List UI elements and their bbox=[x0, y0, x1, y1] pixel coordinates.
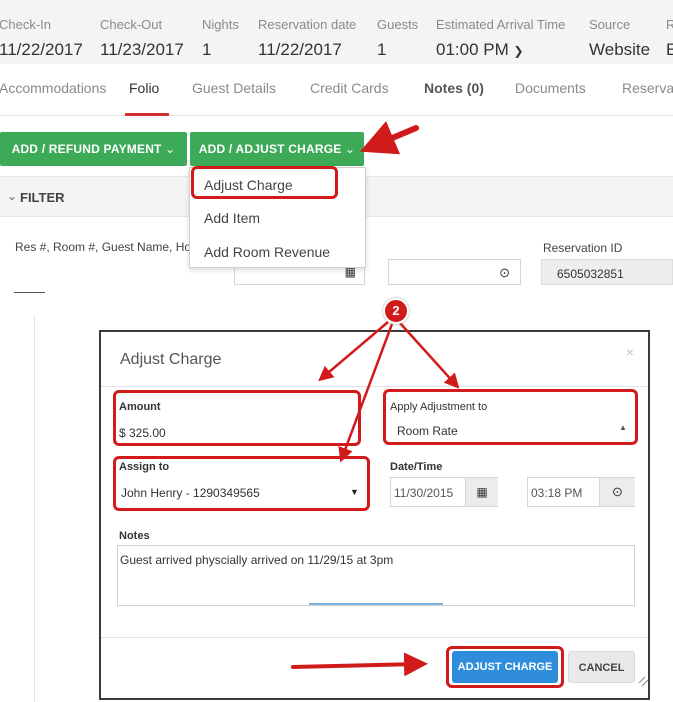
add-refund-payment-label: ADD / REFUND PAYMENT bbox=[11, 142, 162, 156]
reservation-date-field: Reservation date 11/22/2017 bbox=[258, 17, 356, 60]
datetime-label: Date/Time bbox=[390, 461, 443, 473]
arrival-time-field[interactable]: Estimated Arrival Time 01:00 PM ❯ bbox=[436, 17, 565, 60]
clock-icon[interactable]: ⊙ bbox=[599, 478, 635, 506]
time-field[interactable]: 03:18 PM ⊙ bbox=[527, 477, 635, 507]
active-tab-indicator bbox=[125, 113, 169, 116]
tab-notes[interactable]: Notes (0) bbox=[424, 80, 484, 96]
annotation-highlight-adjust-charge bbox=[191, 166, 338, 199]
modal-footer-divider bbox=[101, 637, 648, 638]
annotation-highlight-adjust-button bbox=[446, 646, 564, 688]
truncated-label: R bbox=[666, 17, 673, 32]
notes-textarea[interactable]: Guest arrived physcially arrived on 11/2… bbox=[117, 545, 635, 606]
tab-reservation[interactable]: Reserva bbox=[622, 80, 673, 96]
step-number-badge: 2 bbox=[383, 298, 409, 324]
reservation-id-value: 6505032851 bbox=[557, 267, 624, 281]
resize-indicator bbox=[309, 603, 443, 605]
dropdown-item-add-item[interactable]: Add Item bbox=[204, 210, 260, 226]
tab-accommodations[interactable]: Accommodations bbox=[0, 80, 106, 96]
add-adjust-charge-label: ADD / ADJUST CHARGE bbox=[198, 142, 342, 156]
reservation-date-label: Reservation date bbox=[258, 17, 357, 32]
modal-title: Adjust Charge bbox=[120, 351, 222, 368]
add-refund-payment-button[interactable]: ADD / REFUND PAYMENT ⌄ bbox=[0, 132, 187, 166]
reservation-info-strip: Check-In 11/22/2017 Check-Out 11/23/2017… bbox=[0, 0, 673, 64]
guests-field: Guests 1 bbox=[377, 17, 418, 60]
arrival-time-value[interactable]: 01:00 PM ❯ bbox=[436, 40, 565, 60]
arrival-time-text: 01:00 PM bbox=[436, 40, 509, 59]
dropdown-item-add-room-revenue[interactable]: Add Room Revenue bbox=[204, 244, 330, 260]
modal-header-divider bbox=[101, 386, 648, 387]
date-value: 11/30/2015 bbox=[394, 486, 454, 500]
time-input[interactable]: ⊙ bbox=[388, 259, 521, 285]
truncated-field: R E bbox=[666, 17, 673, 60]
arrival-time-label: Estimated Arrival Time bbox=[436, 17, 566, 32]
source-value: Website bbox=[589, 40, 651, 59]
nights-field: Nights 1 bbox=[202, 17, 239, 60]
close-icon[interactable]: × bbox=[626, 344, 634, 360]
filter-label: FILTER bbox=[20, 190, 65, 205]
annotation-highlight-amount bbox=[113, 390, 361, 446]
tab-folio[interactable]: Folio bbox=[129, 80, 159, 96]
arrow-to-adjust-charge bbox=[359, 121, 419, 155]
reservation-id-input[interactable]: 6505032851 bbox=[541, 259, 673, 285]
annotation-highlight-assign-to bbox=[113, 456, 370, 511]
chevron-down-icon: ⌄ bbox=[165, 142, 176, 156]
guests-value: 1 bbox=[377, 40, 387, 59]
guests-label: Guests bbox=[377, 17, 419, 32]
adjust-charge-modal: Adjust Charge × bbox=[99, 330, 650, 700]
nights-value: 1 bbox=[202, 40, 212, 59]
truncated-value: E bbox=[666, 40, 673, 59]
tab-credit-cards[interactable]: Credit Cards bbox=[310, 80, 389, 96]
reservation-tabs: Accommodations Folio Guest Details Credi… bbox=[0, 64, 673, 116]
time-value: 03:18 PM bbox=[531, 486, 583, 500]
cancel-button[interactable]: CANCEL bbox=[568, 651, 635, 683]
calendar-icon[interactable]: ▦ bbox=[465, 478, 498, 506]
reservation-id-label: Reservation ID bbox=[543, 241, 623, 255]
tab-guest-details[interactable]: Guest Details bbox=[192, 80, 276, 96]
chevron-down-icon: ❯ bbox=[513, 44, 524, 58]
clock-icon: ⊙ bbox=[499, 265, 510, 280]
search-label: Res #, Room #, Guest Name, Ho bbox=[15, 240, 192, 254]
date-field[interactable]: 11/30/2015 ▦ bbox=[390, 477, 498, 507]
check-in-label: Check-In bbox=[0, 17, 52, 32]
notes-label: Notes bbox=[119, 530, 150, 542]
chevron-down-icon: ⌄ bbox=[344, 142, 356, 156]
source-field: Source Website bbox=[589, 17, 650, 60]
source-label: Source bbox=[589, 17, 631, 32]
check-out-value: 11/23/2017 bbox=[100, 40, 184, 59]
tab-documents[interactable]: Documents bbox=[515, 80, 586, 96]
divider bbox=[14, 292, 45, 293]
check-out-label: Check-Out bbox=[100, 17, 163, 32]
check-in-value: 11/22/2017 bbox=[0, 40, 83, 59]
nights-label: Nights bbox=[202, 17, 239, 32]
annotation-highlight-apply-adjustment bbox=[383, 389, 638, 445]
notes-text: Guest arrived physcially arrived on 11/2… bbox=[120, 553, 394, 567]
check-in-field: Check-In 11/22/2017 bbox=[0, 17, 83, 60]
reservation-date-value: 11/22/2017 bbox=[258, 40, 342, 59]
add-adjust-charge-button[interactable]: ADD / ADJUST CHARGE ⌄ bbox=[190, 132, 364, 166]
check-out-field: Check-Out 11/23/2017 bbox=[100, 17, 184, 60]
chevron-down-icon: ⌄ bbox=[7, 189, 18, 203]
panel-border bbox=[34, 315, 35, 702]
